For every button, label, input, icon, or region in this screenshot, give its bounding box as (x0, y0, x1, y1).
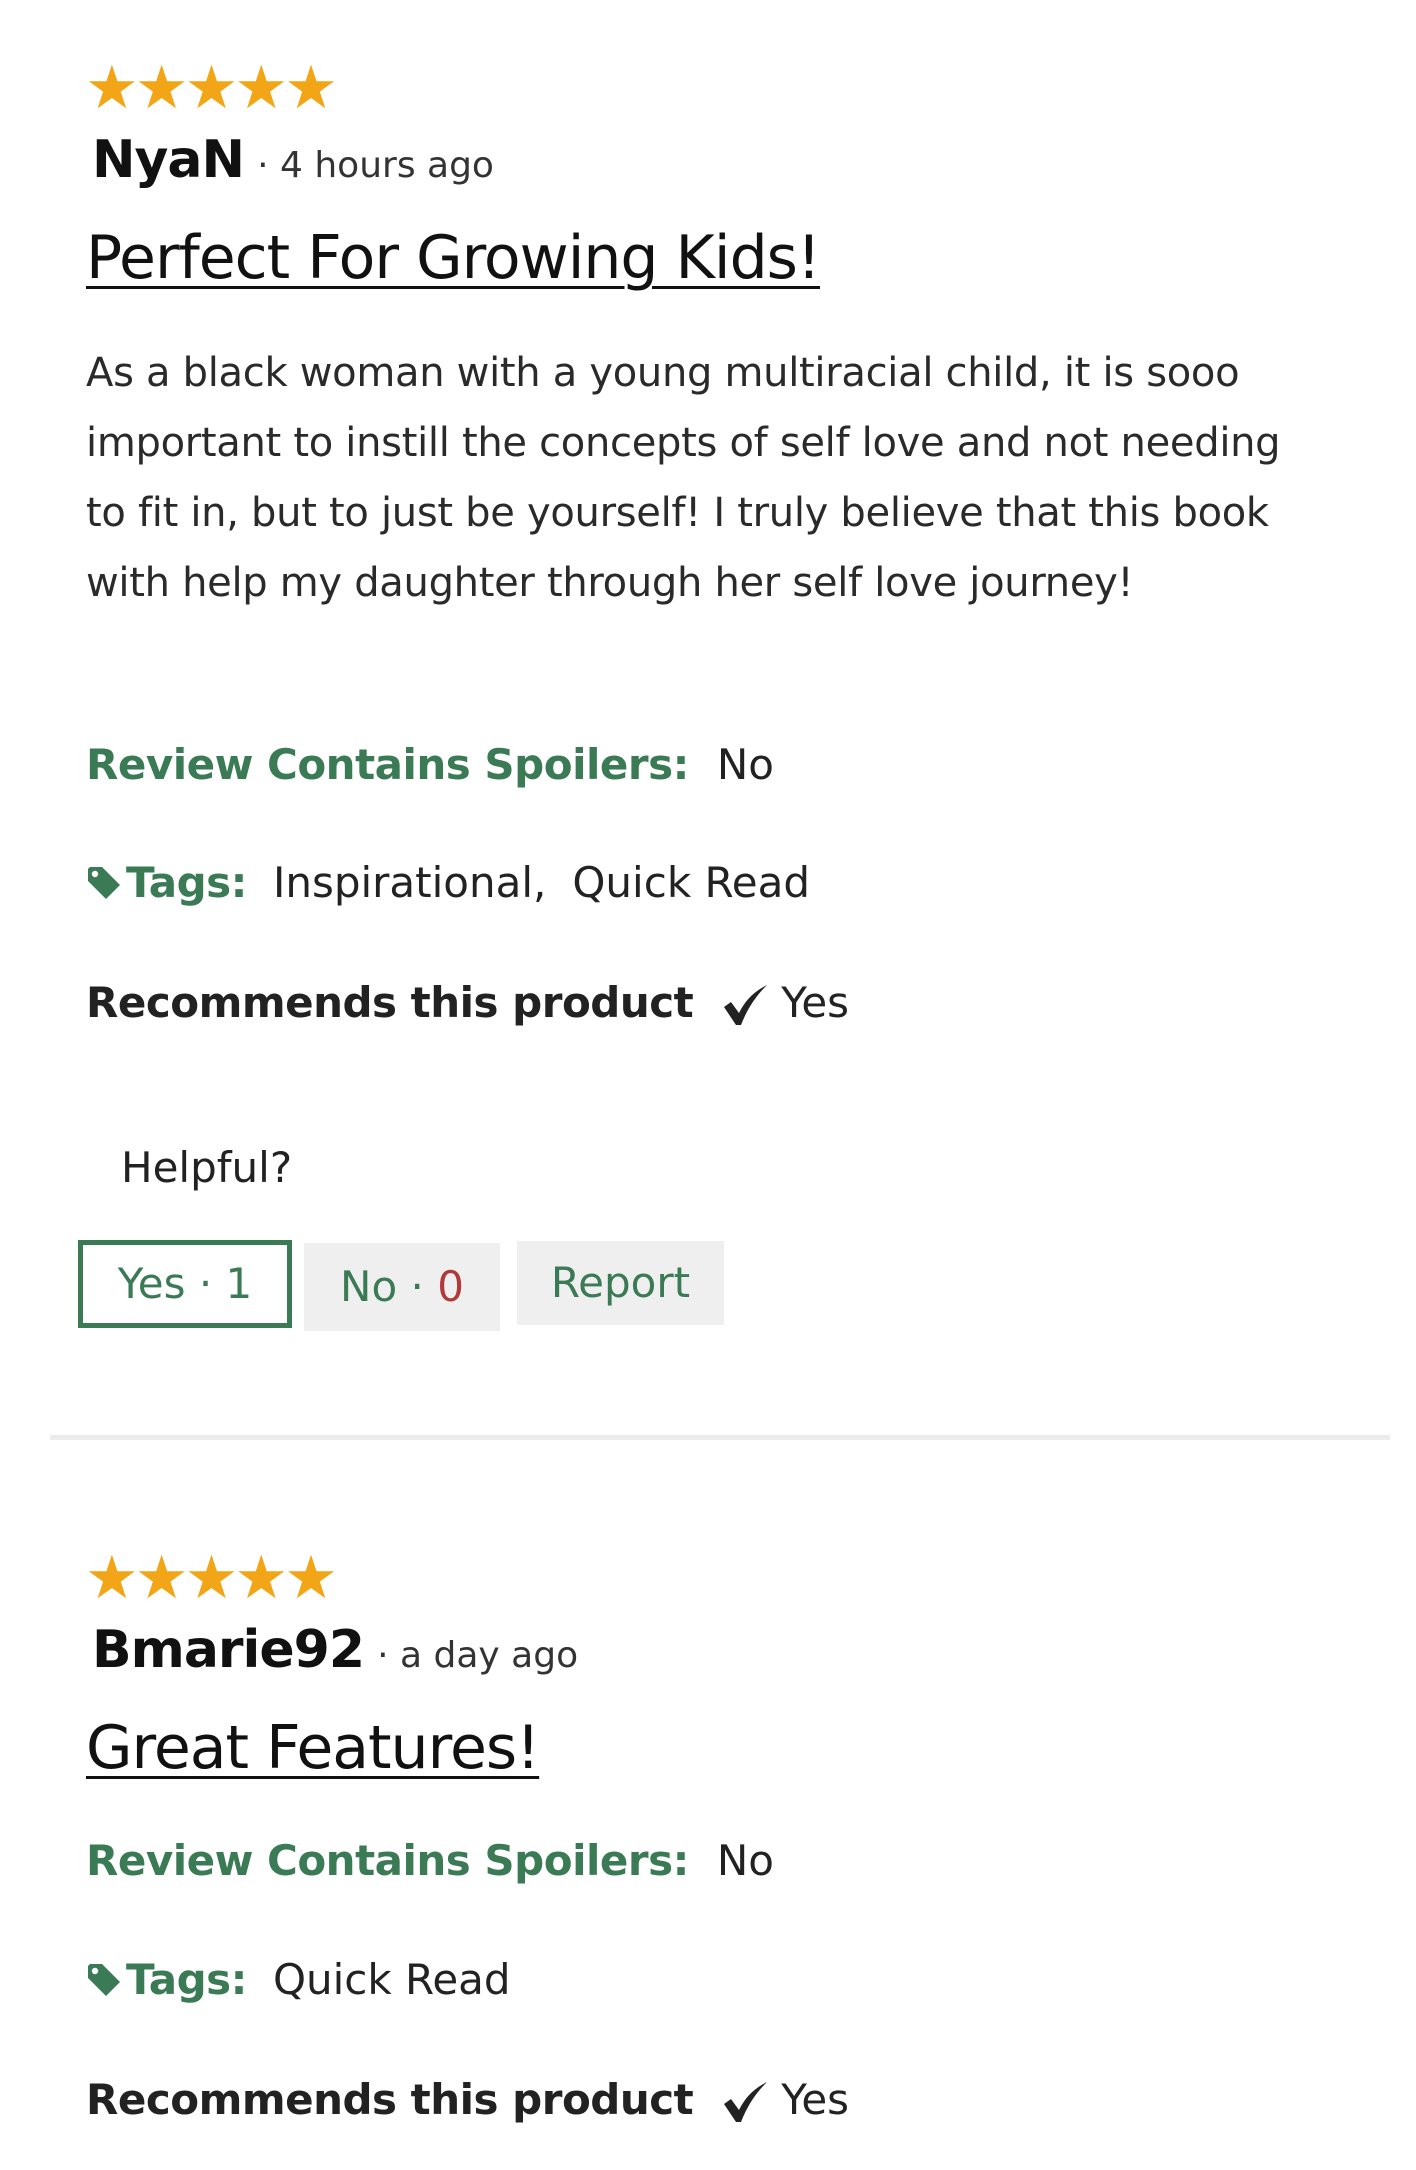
helpful-yes-button[interactable]: Yes · 1 (78, 1240, 292, 1328)
recommends-row: Recommends this product Yes (86, 2070, 849, 2130)
helpful-no-button[interactable]: No · 0 (304, 1243, 500, 1331)
review-title-link[interactable]: Perfect For Growing Kids! (86, 220, 821, 296)
report-button[interactable]: Report (517, 1241, 724, 1325)
tag-item: Quick Read (272, 1955, 511, 2004)
review-timestamp: · 4 hours ago (257, 145, 494, 186)
review-title-link[interactable]: Great Features! (86, 1710, 540, 1786)
tag-icon (86, 1954, 122, 1996)
recommends-label: Recommends this product (86, 978, 694, 1027)
spoilers-row: Review Contains Spoilers: No (86, 735, 774, 795)
helpful-no-label: No · (340, 1262, 438, 1311)
recommends-value: Yes (781, 978, 850, 1027)
reviewer-name: NyaN (92, 130, 245, 190)
review-divider (50, 1435, 1390, 1440)
reviewer-name: Bmarie92 (92, 1620, 365, 1680)
review-meta: Bmarie92 · a day ago (92, 1618, 578, 1694)
spoilers-label: Review Contains Spoilers: (86, 740, 689, 789)
spoilers-row: Review Contains Spoilers: No (86, 1831, 774, 1891)
review-meta: NyaN · 4 hours ago (92, 128, 494, 204)
checkmark-icon (721, 2080, 769, 2124)
tag-icon (86, 857, 122, 899)
review-timestamp: · a day ago (377, 1635, 579, 1676)
helpful-no-count: 0 (437, 1262, 464, 1311)
tag-item: Inspirational, (272, 858, 547, 907)
spoilers-value: No (716, 740, 775, 789)
star-rating: ★★★★★ (85, 53, 338, 123)
tags-row: Tags: Inspirational, Quick Read (86, 853, 810, 913)
star-rating: ★★★★★ (85, 1543, 338, 1613)
helpful-label: Helpful? (121, 1143, 293, 1192)
tags-label: Tags: (126, 1955, 247, 2004)
spoilers-value: No (716, 1836, 775, 1885)
recommends-value: Yes (781, 2075, 850, 2124)
recommends-row: Recommends this product Yes (86, 973, 849, 1033)
tags-label: Tags: (126, 858, 247, 907)
tags-row: Tags: Quick Read (86, 1950, 511, 2010)
recommends-label: Recommends this product (86, 2075, 694, 2124)
spoilers-label: Review Contains Spoilers: (86, 1836, 689, 1885)
checkmark-icon (721, 983, 769, 1027)
review-body: As a black woman with a young multiracia… (86, 350, 1281, 606)
tag-item: Quick Read (572, 858, 811, 907)
